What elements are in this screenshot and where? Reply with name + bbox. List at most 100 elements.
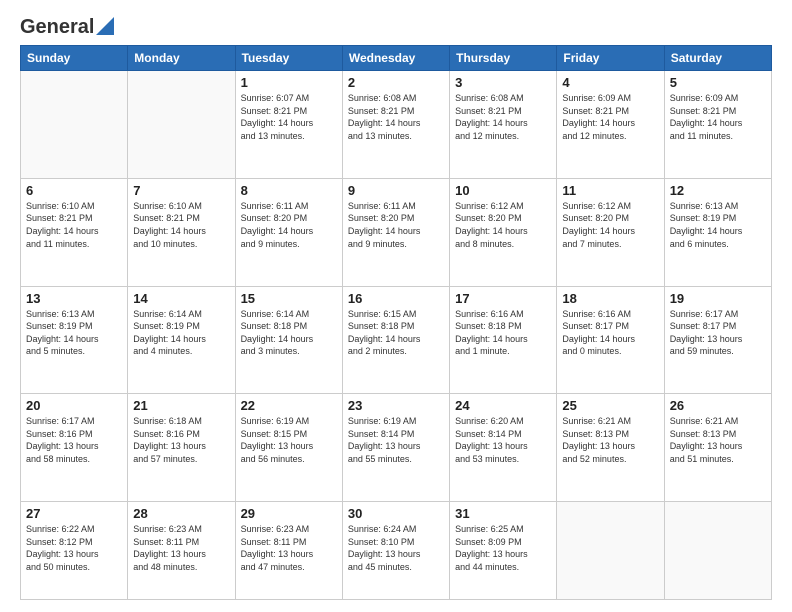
day-info: Sunrise: 6:16 AM Sunset: 8:17 PM Dayligh… xyxy=(562,308,658,358)
day-info: Sunrise: 6:07 AM Sunset: 8:21 PM Dayligh… xyxy=(241,92,337,142)
day-info: Sunrise: 6:14 AM Sunset: 8:18 PM Dayligh… xyxy=(241,308,337,358)
calendar-cell: 24 Sunrise: 6:20 AM Sunset: 8:14 PM Dayli… xyxy=(450,394,557,502)
day-info: Sunrise: 6:11 AM Sunset: 8:20 PM Dayligh… xyxy=(348,200,444,250)
day-number: 12 xyxy=(670,183,766,198)
logo: General xyxy=(20,16,114,35)
calendar-cell: 31 Sunrise: 6:25 AM Sunset: 8:09 PM Dayli… xyxy=(450,502,557,600)
calendar-cell: 7 Sunrise: 6:10 AM Sunset: 8:21 PM Daylig… xyxy=(128,178,235,286)
weekday-header-tuesday: Tuesday xyxy=(235,46,342,71)
day-number: 17 xyxy=(455,291,551,306)
day-number: 15 xyxy=(241,291,337,306)
calendar-cell: 28 Sunrise: 6:23 AM Sunset: 8:11 PM Dayli… xyxy=(128,502,235,600)
day-number: 21 xyxy=(133,398,229,413)
day-number: 4 xyxy=(562,75,658,90)
day-number: 31 xyxy=(455,506,551,521)
calendar-table: SundayMondayTuesdayWednesdayThursdayFrid… xyxy=(20,45,772,600)
weekday-header-thursday: Thursday xyxy=(450,46,557,71)
day-info: Sunrise: 6:23 AM Sunset: 8:11 PM Dayligh… xyxy=(133,523,229,573)
calendar-cell: 29Sunrise: 6:23 AM Sunset: 8:11 PM Dayli… xyxy=(235,502,342,600)
day-number: 5 xyxy=(670,75,766,90)
day-number: 16 xyxy=(348,291,444,306)
day-info: Sunrise: 6:19 AM Sunset: 8:14 PM Dayligh… xyxy=(348,415,444,465)
calendar-cell: 8 Sunrise: 6:11 AM Sunset: 8:20 PM Daylig… xyxy=(235,178,342,286)
day-number: 25 xyxy=(562,398,658,413)
day-info: Sunrise: 6:14 AM Sunset: 8:19 PM Dayligh… xyxy=(133,308,229,358)
calendar-cell: 16 Sunrise: 6:15 AM Sunset: 8:18 PM Dayli… xyxy=(342,286,449,394)
day-number: 6 xyxy=(26,183,122,198)
day-number: 18 xyxy=(562,291,658,306)
day-info: Sunrise: 6:09 AM Sunset: 8:21 PM Dayligh… xyxy=(670,92,766,142)
calendar-cell: 19 Sunrise: 6:17 AM Sunset: 8:17 PM Dayli… xyxy=(664,286,771,394)
day-info: Sunrise: 6:17 AM Sunset: 8:16 PM Dayligh… xyxy=(26,415,122,465)
day-number: 22 xyxy=(241,398,337,413)
day-number: 8 xyxy=(241,183,337,198)
calendar-week-row: 20 Sunrise: 6:17 AM Sunset: 8:16 PM Dayli… xyxy=(21,394,772,502)
day-info: Sunrise: 6:15 AM Sunset: 8:18 PM Dayligh… xyxy=(348,308,444,358)
day-number: 27 xyxy=(26,506,122,521)
calendar-cell: 15 Sunrise: 6:14 AM Sunset: 8:18 PM Dayli… xyxy=(235,286,342,394)
calendar-cell: 26Sunrise: 6:21 AM Sunset: 8:13 PM Dayli… xyxy=(664,394,771,502)
calendar-cell: 14 Sunrise: 6:14 AM Sunset: 8:19 PM Dayli… xyxy=(128,286,235,394)
calendar-cell: 5 Sunrise: 6:09 AM Sunset: 8:21 PM Daylig… xyxy=(664,71,771,179)
weekday-header-wednesday: Wednesday xyxy=(342,46,449,71)
day-info: Sunrise: 6:09 AM Sunset: 8:21 PM Dayligh… xyxy=(562,92,658,142)
calendar-cell: 9 Sunrise: 6:11 AM Sunset: 8:20 PM Daylig… xyxy=(342,178,449,286)
calendar-cell xyxy=(128,71,235,179)
day-number: 13 xyxy=(26,291,122,306)
calendar-cell: 6 Sunrise: 6:10 AM Sunset: 8:21 PM Daylig… xyxy=(21,178,128,286)
day-info: Sunrise: 6:16 AM Sunset: 8:18 PM Dayligh… xyxy=(455,308,551,358)
day-info: Sunrise: 6:23 AM Sunset: 8:11 PM Dayligh… xyxy=(241,523,337,573)
calendar-cell: 25Sunrise: 6:21 AM Sunset: 8:13 PM Dayli… xyxy=(557,394,664,502)
weekday-header-friday: Friday xyxy=(557,46,664,71)
day-number: 14 xyxy=(133,291,229,306)
calendar-cell: 12 Sunrise: 6:13 AM Sunset: 8:19 PM Dayli… xyxy=(664,178,771,286)
day-info: Sunrise: 6:08 AM Sunset: 8:21 PM Dayligh… xyxy=(455,92,551,142)
weekday-header-saturday: Saturday xyxy=(664,46,771,71)
day-number: 24 xyxy=(455,398,551,413)
day-info: Sunrise: 6:22 AM Sunset: 8:12 PM Dayligh… xyxy=(26,523,122,573)
calendar-cell: 1 Sunrise: 6:07 AM Sunset: 8:21 PM Daylig… xyxy=(235,71,342,179)
calendar-cell xyxy=(557,502,664,600)
weekday-header-monday: Monday xyxy=(128,46,235,71)
day-number: 20 xyxy=(26,398,122,413)
day-info: Sunrise: 6:12 AM Sunset: 8:20 PM Dayligh… xyxy=(562,200,658,250)
day-number: 28 xyxy=(133,506,229,521)
calendar-week-row: 6 Sunrise: 6:10 AM Sunset: 8:21 PM Daylig… xyxy=(21,178,772,286)
calendar-cell: 11 Sunrise: 6:12 AM Sunset: 8:20 PM Dayli… xyxy=(557,178,664,286)
day-info: Sunrise: 6:08 AM Sunset: 8:21 PM Dayligh… xyxy=(348,92,444,142)
day-number: 26 xyxy=(670,398,766,413)
calendar-cell: 13 Sunrise: 6:13 AM Sunset: 8:19 PM Dayli… xyxy=(21,286,128,394)
day-number: 9 xyxy=(348,183,444,198)
day-number: 10 xyxy=(455,183,551,198)
calendar-cell: 3Sunrise: 6:08 AM Sunset: 8:21 PM Daylig… xyxy=(450,71,557,179)
day-number: 7 xyxy=(133,183,229,198)
calendar-cell: 20 Sunrise: 6:17 AM Sunset: 8:16 PM Dayli… xyxy=(21,394,128,502)
calendar-cell xyxy=(21,71,128,179)
calendar-cell: 23 Sunrise: 6:19 AM Sunset: 8:14 PM Dayli… xyxy=(342,394,449,502)
day-number: 30 xyxy=(348,506,444,521)
day-info: Sunrise: 6:25 AM Sunset: 8:09 PM Dayligh… xyxy=(455,523,551,573)
calendar-cell: 10Sunrise: 6:12 AM Sunset: 8:20 PM Dayli… xyxy=(450,178,557,286)
logo-general: General xyxy=(20,16,94,39)
header: General xyxy=(20,16,772,35)
day-number: 19 xyxy=(670,291,766,306)
day-number: 1 xyxy=(241,75,337,90)
day-info: Sunrise: 6:11 AM Sunset: 8:20 PM Dayligh… xyxy=(241,200,337,250)
calendar-week-row: 27 Sunrise: 6:22 AM Sunset: 8:12 PM Dayli… xyxy=(21,502,772,600)
day-info: Sunrise: 6:13 AM Sunset: 8:19 PM Dayligh… xyxy=(26,308,122,358)
calendar-cell: 22 Sunrise: 6:19 AM Sunset: 8:15 PM Dayli… xyxy=(235,394,342,502)
day-info: Sunrise: 6:17 AM Sunset: 8:17 PM Dayligh… xyxy=(670,308,766,358)
day-number: 11 xyxy=(562,183,658,198)
calendar-cell: 18 Sunrise: 6:16 AM Sunset: 8:17 PM Dayli… xyxy=(557,286,664,394)
logo-triangle-icon xyxy=(96,17,114,35)
day-info: Sunrise: 6:10 AM Sunset: 8:21 PM Dayligh… xyxy=(133,200,229,250)
day-number: 23 xyxy=(348,398,444,413)
weekday-header-row: SundayMondayTuesdayWednesdayThursdayFrid… xyxy=(21,46,772,71)
day-info: Sunrise: 6:10 AM Sunset: 8:21 PM Dayligh… xyxy=(26,200,122,250)
calendar-week-row: 13 Sunrise: 6:13 AM Sunset: 8:19 PM Dayli… xyxy=(21,286,772,394)
day-info: Sunrise: 6:19 AM Sunset: 8:15 PM Dayligh… xyxy=(241,415,337,465)
page: General SundayMondayTuesdayWednesdayThur… xyxy=(0,0,792,612)
calendar-cell: 4 Sunrise: 6:09 AM Sunset: 8:21 PM Daylig… xyxy=(557,71,664,179)
day-info: Sunrise: 6:13 AM Sunset: 8:19 PM Dayligh… xyxy=(670,200,766,250)
day-info: Sunrise: 6:20 AM Sunset: 8:14 PM Dayligh… xyxy=(455,415,551,465)
